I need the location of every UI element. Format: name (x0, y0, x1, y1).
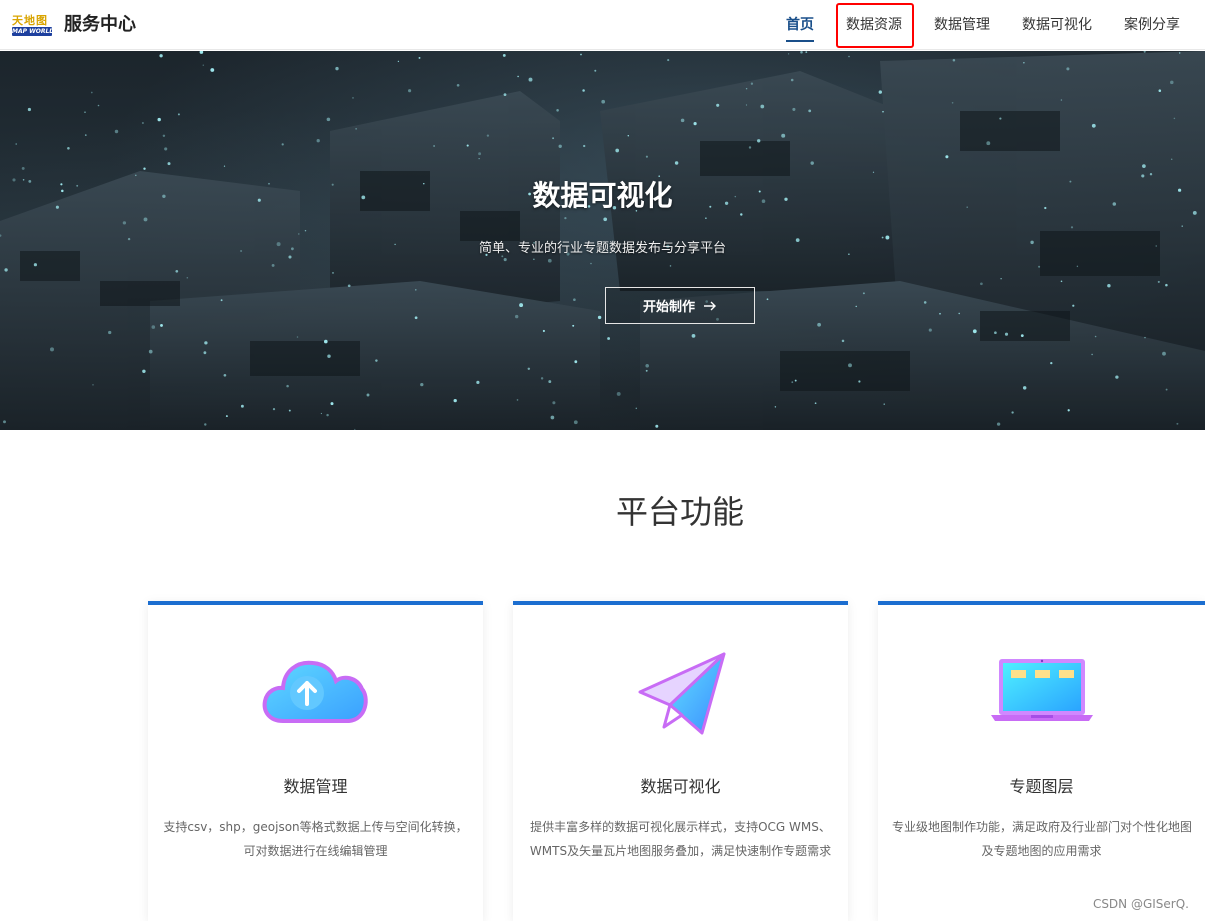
card-description: 提供丰富多样的数据可视化展示样式，支持OCG WMS、 WMTS及矢量瓦片地图服… (527, 815, 834, 863)
feature-card-data-visualization[interactable]: 数据可视化 提供丰富多样的数据可视化展示样式，支持OCG WMS、 WMTS及矢… (513, 601, 848, 921)
hero-banner: 数据可视化 简单、专业的行业专题数据发布与分享平台 开始制作 (0, 51, 1205, 430)
card-title: 数据管理 (283, 777, 348, 796)
cloud-upload-icon (262, 660, 368, 723)
laptop-icon (990, 659, 1093, 721)
logo-chinese-text: 天地图 (12, 14, 48, 27)
features-section-title: 平台功能 (615, 493, 744, 531)
site-title: 服务中心 (64, 14, 136, 35)
paper-plane-icon (638, 652, 725, 735)
nav-data-visualization[interactable]: 数据可视化 (1022, 0, 1092, 50)
feature-card-data-management[interactable]: 数据管理 支持csv，shp，geojson等格式数据上传与空间化转换， 可对数… (148, 601, 483, 921)
nav-case-sharing[interactable]: 案例分享 (1124, 0, 1180, 50)
feature-card-thematic-layer[interactable]: 专题图层 专业级地图制作功能，满足政府及行业部门对个性化地图 及专题地图的应用需… (878, 601, 1205, 921)
nav-home[interactable]: 首页 (786, 0, 814, 50)
card-description: 专业级地图制作功能，满足政府及行业部门对个性化地图 及专题地图的应用需求 (892, 815, 1193, 863)
arrow-right-icon (704, 301, 716, 310)
card-title: 数据可视化 (640, 777, 721, 796)
hero-title: 数据可视化 (532, 179, 673, 212)
start-creating-label: 开始制作 (642, 300, 695, 315)
nav-highlight-box (836, 3, 914, 48)
hero-subtitle: 简单、专业的行业专题数据发布与分享平台 (478, 241, 726, 256)
card-description: 支持csv，shp，geojson等格式数据上传与空间化转换， 可对数据进行在线… (162, 815, 469, 863)
csdn-watermark: CSDN @GISerQ. (1092, 897, 1189, 911)
card-desc-line: 提供丰富多样的数据可视化展示样式，支持OCG WMS、 (530, 820, 831, 834)
card-desc-line: WMTS及矢量瓦片地图服务叠加，满足快速制作专题需求 (529, 844, 832, 858)
card-desc-line: 及专题地图的应用需求 (981, 844, 1102, 858)
card-desc-line: 专业级地图制作功能，满足政府及行业部门对个性化地图 (892, 820, 1193, 834)
map-world-logo[interactable]: 天地图 MAP WORLD (12, 12, 54, 38)
card-desc-line: 可对数据进行在线编辑管理 (243, 844, 388, 858)
start-creating-button[interactable]: 开始制作 (605, 287, 755, 324)
nav-data-management[interactable]: 数据管理 (934, 0, 990, 50)
card-desc-line: 支持csv，shp，geojson等格式数据上传与空间化转换， (163, 820, 468, 834)
card-title: 专题图层 (1009, 777, 1074, 796)
logo-english-text: MAP WORLD (12, 27, 52, 36)
top-header: 天地图 MAP WORLD 服务中心 首页 数据资源 数据管理 数据可视化 案例… (0, 0, 1205, 50)
